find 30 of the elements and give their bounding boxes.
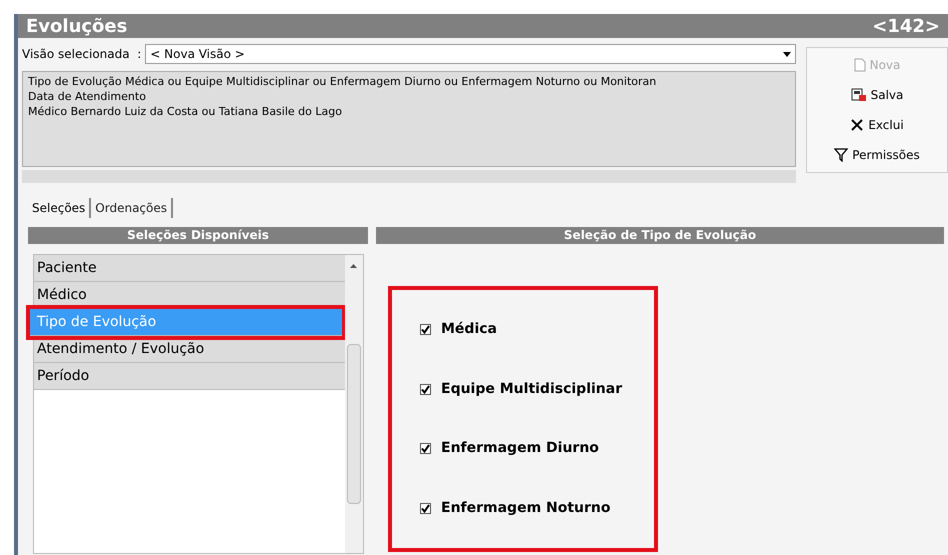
scrollbar-thumb[interactable] [347, 344, 361, 504]
view-label: Visão selecionada : [22, 46, 142, 63]
dropdown-arrow-icon [783, 52, 791, 56]
delete-button[interactable]: Exclui [846, 112, 908, 138]
window-title: Evoluções [26, 14, 128, 38]
checkbox[interactable] [420, 384, 431, 395]
scroll-up-icon[interactable] [350, 264, 357, 268]
funnel-icon [834, 148, 848, 162]
checkbox[interactable] [420, 502, 431, 514]
list-item[interactable]: Período [34, 363, 345, 390]
panel-header: Seleções Disponíveis [28, 227, 368, 244]
tab[interactable]: Ordenações [91, 198, 173, 218]
checkbox-label: Enfermagem Diurno [441, 439, 599, 458]
document-icon [854, 58, 866, 72]
filter-line: Data de Atendimento [28, 89, 147, 104]
list-item[interactable]: Paciente [34, 255, 345, 282]
permissions-button[interactable]: Permissões [830, 141, 924, 168]
checkbox[interactable] [420, 443, 431, 454]
save-button[interactable]: Salva [846, 82, 908, 108]
checkbox-label: Médica [441, 320, 497, 340]
checkbox-label: Enfermagem Noturno [441, 498, 611, 518]
checkbox-label: Equipe Multidisciplinar [441, 380, 622, 399]
save-icon [850, 88, 867, 102]
filter-line: Tipo de Evolução Médica ou Equipe Multidisciplinar ou Enfermagem Diurno ou Enfermagem Noturno ou Monitoran [28, 74, 658, 89]
panel-header: Seleção de Tipo de Evolução [376, 227, 944, 244]
filter-line: Médico Bernardo Luiz da Costa ou Tatiana Basile do Lago [28, 104, 343, 119]
close-icon [850, 118, 864, 132]
checkbox[interactable] [420, 324, 431, 336]
view-dropdown[interactable]: < Nova Visão > [145, 44, 796, 64]
record-counter: <142> [872, 14, 940, 38]
